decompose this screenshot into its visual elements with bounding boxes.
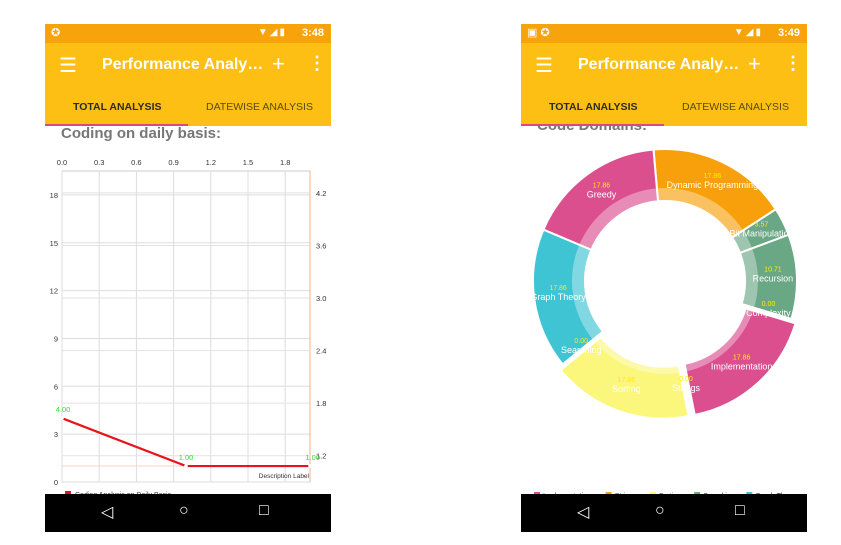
status-bar: ▣ ✪ ▼◢▮ 3:49: [521, 24, 807, 43]
x-tick-label: 0.0: [57, 158, 67, 167]
slice-value-label: 17.86: [733, 354, 751, 361]
tab-total-analysis[interactable]: TOTAL ANALYSIS: [549, 101, 638, 113]
slice-name-label: Bit Manipulation: [729, 228, 793, 238]
nav-bar: ◁ ○ □: [45, 494, 331, 532]
app-bar: ☰ Performance Analy… + ⋮: [45, 43, 331, 89]
signal-icons: ▼◢▮: [733, 27, 763, 38]
more-vert-icon[interactable]: ⋮: [308, 53, 326, 74]
data-label: 1.00: [179, 453, 194, 462]
slice-value-label: 10.71: [764, 266, 782, 273]
menu-icon[interactable]: ☰: [535, 53, 553, 78]
section-title: Code Domains:: [537, 126, 647, 134]
back-icon[interactable]: ◁: [101, 502, 113, 522]
home-icon[interactable]: ○: [655, 502, 665, 520]
more-vert-icon[interactable]: ⋮: [784, 53, 802, 74]
plus-icon[interactable]: +: [748, 51, 761, 77]
tab-bar: TOTAL ANALYSIS DATEWISE ANALYSIS: [45, 89, 331, 126]
y-left-tick-label: 6: [54, 382, 58, 391]
line-chart: 0.0 0.3 0.6 0.9 1.2 1.5 1.803691215181.21.82.4…: [50, 158, 327, 499]
slice-name-label: Dynamic Programming: [667, 180, 759, 190]
image-icon: ▣ ✪: [527, 27, 550, 39]
y-right-tick-label: 1.8: [316, 399, 326, 408]
tab-datewise-analysis[interactable]: DATEWISE ANALYSIS: [682, 101, 789, 113]
donut-hole: [585, 201, 745, 361]
y-left-tick-label: 3: [54, 430, 58, 439]
y-right-tick-label: 3.6: [316, 241, 326, 250]
tab-bar: TOTAL ANALYSIS DATEWISE ANALYSIS: [521, 89, 807, 126]
status-time: 3:48: [301, 27, 324, 39]
sync-icon: ✪: [51, 27, 61, 39]
data-point: [60, 416, 64, 421]
app-title: Performance Analy…: [102, 56, 264, 73]
y-left-tick-label: 18: [50, 191, 58, 200]
y-left-tick-label: 0: [54, 478, 58, 487]
home-icon[interactable]: ○: [179, 502, 189, 520]
y-right-tick-label: 3.0: [316, 294, 326, 303]
x-tick-label: 1.8: [280, 158, 290, 167]
data-point: [184, 464, 188, 468]
slice-value-label: 17.86: [618, 377, 636, 384]
data-point: [308, 464, 312, 468]
tab-datewise-analysis[interactable]: DATEWISE ANALYSIS: [206, 101, 313, 113]
y-left-tick-label: 9: [54, 334, 58, 343]
slice-name-label: Implementation: [711, 361, 773, 371]
y-left-tick-label: 12: [50, 287, 58, 296]
left-phone-screen: ✪ ▼◢▮ 3:48 ☰ Performance Analy… + ⋮ TOTA…: [45, 24, 331, 532]
slice-name-label: Searching: [561, 345, 602, 355]
x-tick-label: 1.5: [243, 158, 253, 167]
slice-value-label: 0.00: [574, 338, 588, 345]
slice-name-label: Strings: [672, 383, 701, 393]
y-left-tick-label: 15: [50, 239, 58, 248]
slice-name-label: Greedy: [587, 190, 617, 200]
section-title-clip: Code Domains:: [521, 126, 807, 136]
x-tick-label: 0.9: [168, 158, 178, 167]
x-tick-label: 1.2: [206, 158, 216, 167]
slice-name-label: Sorting: [612, 384, 641, 394]
slice-value-label: 17.86: [549, 285, 567, 292]
section-title: Coding on daily basis:: [61, 125, 222, 142]
app-bar: ☰ Performance Analy… + ⋮: [521, 43, 807, 89]
slice-value-label: 3.57: [755, 221, 769, 228]
status-time: 3:49: [777, 27, 800, 39]
data-label: 4.00: [56, 405, 71, 414]
x-tick-label: 0.6: [131, 158, 141, 167]
slice-value-label: 17.86: [704, 173, 722, 180]
signal-icons: ▼◢▮: [257, 27, 287, 38]
app-title: Performance Analy…: [578, 56, 740, 73]
tab-total-analysis[interactable]: TOTAL ANALYSIS: [73, 101, 162, 113]
slice-value-label: 17.86: [593, 183, 611, 190]
donut-chart: 17.86Dynamic Programming3.57Bit Manipula…: [530, 148, 799, 500]
plus-icon[interactable]: +: [272, 51, 285, 77]
nav-bar: ◁ ○ □: [521, 494, 807, 532]
right-phone-screen: ▣ ✪ ▼◢▮ 3:49 ☰ Performance Analy… + ⋮ TO…: [521, 24, 807, 532]
recents-icon[interactable]: □: [735, 502, 745, 520]
status-bar: ✪ ▼◢▮ 3:48: [45, 24, 331, 43]
x-tick-label: 0.3: [94, 158, 104, 167]
slice-name-label: Complexity: [746, 308, 791, 318]
recents-icon[interactable]: □: [259, 502, 269, 520]
data-label: 1.00: [305, 453, 320, 462]
y-right-tick-label: 4.2: [316, 189, 326, 198]
menu-icon[interactable]: ☰: [59, 53, 77, 78]
slice-name-label: Recursion: [753, 273, 794, 283]
slice-value-label: 0.00: [762, 301, 776, 308]
slice-value-label: 0.00: [679, 376, 693, 383]
back-icon[interactable]: ◁: [577, 502, 589, 522]
description-label: Description Label: [259, 473, 310, 480]
slice-name-label: Graph Theory: [530, 292, 586, 302]
y-right-tick-label: 2.4: [316, 347, 326, 356]
